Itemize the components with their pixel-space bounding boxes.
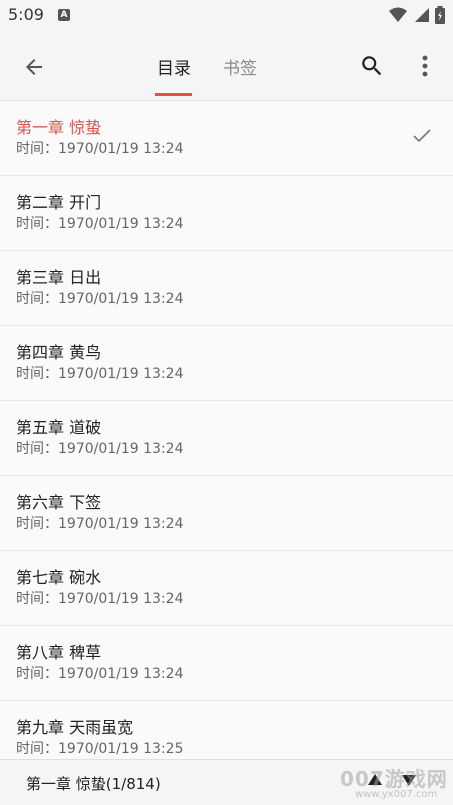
chapter-time: 时间：1970/01/19 13:24	[16, 516, 184, 532]
arrow-left-icon	[26, 59, 42, 75]
chapter-item[interactable]: 第一章 惊蛰 时间：1970/01/19 13:24	[0, 101, 453, 176]
check-icon	[413, 129, 431, 143]
more-options-button[interactable]	[412, 50, 438, 82]
chapter-item[interactable]: 第四章 黄鸟 时间：1970/01/19 13:24	[0, 326, 453, 401]
chapter-item[interactable]: 第七章 碗水 时间：1970/01/19 13:24	[0, 551, 453, 626]
chapter-list[interactable]: 第一章 惊蛰 时间：1970/01/19 13:24 第二章 开门 时间：197…	[0, 100, 453, 759]
watermark-url: www.yx007.com	[355, 789, 438, 800]
chapter-title: 第九章 天雨虽宽	[16, 718, 134, 737]
chapter-title: 第六章 下签	[16, 493, 102, 512]
tab-bookmarks[interactable]: 书签	[220, 54, 260, 94]
chapter-time: 时间：1970/01/19 13:24	[16, 441, 184, 457]
battery-icon	[435, 6, 445, 24]
chapter-item[interactable]: 第三章 日出 时间：1970/01/19 13:24	[0, 251, 453, 326]
chapter-time: 时间：1970/01/19 13:24	[16, 366, 184, 382]
watermark-logo: 007游戏网	[340, 767, 448, 791]
search-button[interactable]	[356, 50, 388, 82]
chapter-time: 时间：1970/01/19 13:24	[16, 216, 184, 232]
chapter-time: 时间：1970/01/19 13:24	[16, 141, 184, 157]
wifi-icon	[389, 7, 407, 22]
tab-toc[interactable]: 目录	[155, 54, 193, 94]
chapter-item[interactable]: 第五章 道破 时间：1970/01/19 13:24	[0, 401, 453, 476]
status-bar: 5:09 A	[0, 0, 453, 32]
chapter-title: 第三章 日出	[16, 268, 102, 287]
chapter-time: 时间：1970/01/19 13:24	[16, 291, 184, 307]
chapter-item[interactable]: 第八章 稗草 时间：1970/01/19 13:24	[0, 626, 453, 701]
search-icon	[362, 56, 382, 76]
chapter-title: 第四章 黄鸟	[16, 343, 102, 362]
back-button[interactable]	[18, 51, 50, 83]
chapter-time: 时间：1970/01/19 13:24	[16, 591, 184, 607]
chapter-item[interactable]: 第二章 开门 时间：1970/01/19 13:24	[0, 176, 453, 251]
chapter-title: 第一章 惊蛰	[16, 118, 102, 137]
more-vert-icon	[422, 55, 428, 77]
chapter-time: 时间：1970/01/19 13:25	[16, 741, 184, 757]
status-icons	[389, 6, 445, 24]
chapter-title: 第二章 开门	[16, 193, 102, 212]
notification-icon: A	[58, 9, 70, 21]
chapter-title: 第八章 稗草	[16, 643, 102, 662]
chapter-title: 第七章 碗水	[16, 568, 102, 587]
chapter-title: 第五章 道破	[16, 418, 102, 437]
chapter-item[interactable]: 第六章 下签 时间：1970/01/19 13:24	[0, 476, 453, 551]
chapter-item[interactable]: 第九章 天雨虽宽 时间：1970/01/19 13:25	[0, 701, 453, 759]
chapter-time: 时间：1970/01/19 13:24	[16, 666, 184, 682]
tab-indicator	[155, 93, 192, 96]
current-chapter-label: 第一章 惊蛰(1/814)	[26, 775, 161, 793]
app-bar: 目录 书签	[0, 32, 453, 100]
signal-icon	[415, 8, 429, 22]
status-time: 5:09	[8, 5, 44, 24]
